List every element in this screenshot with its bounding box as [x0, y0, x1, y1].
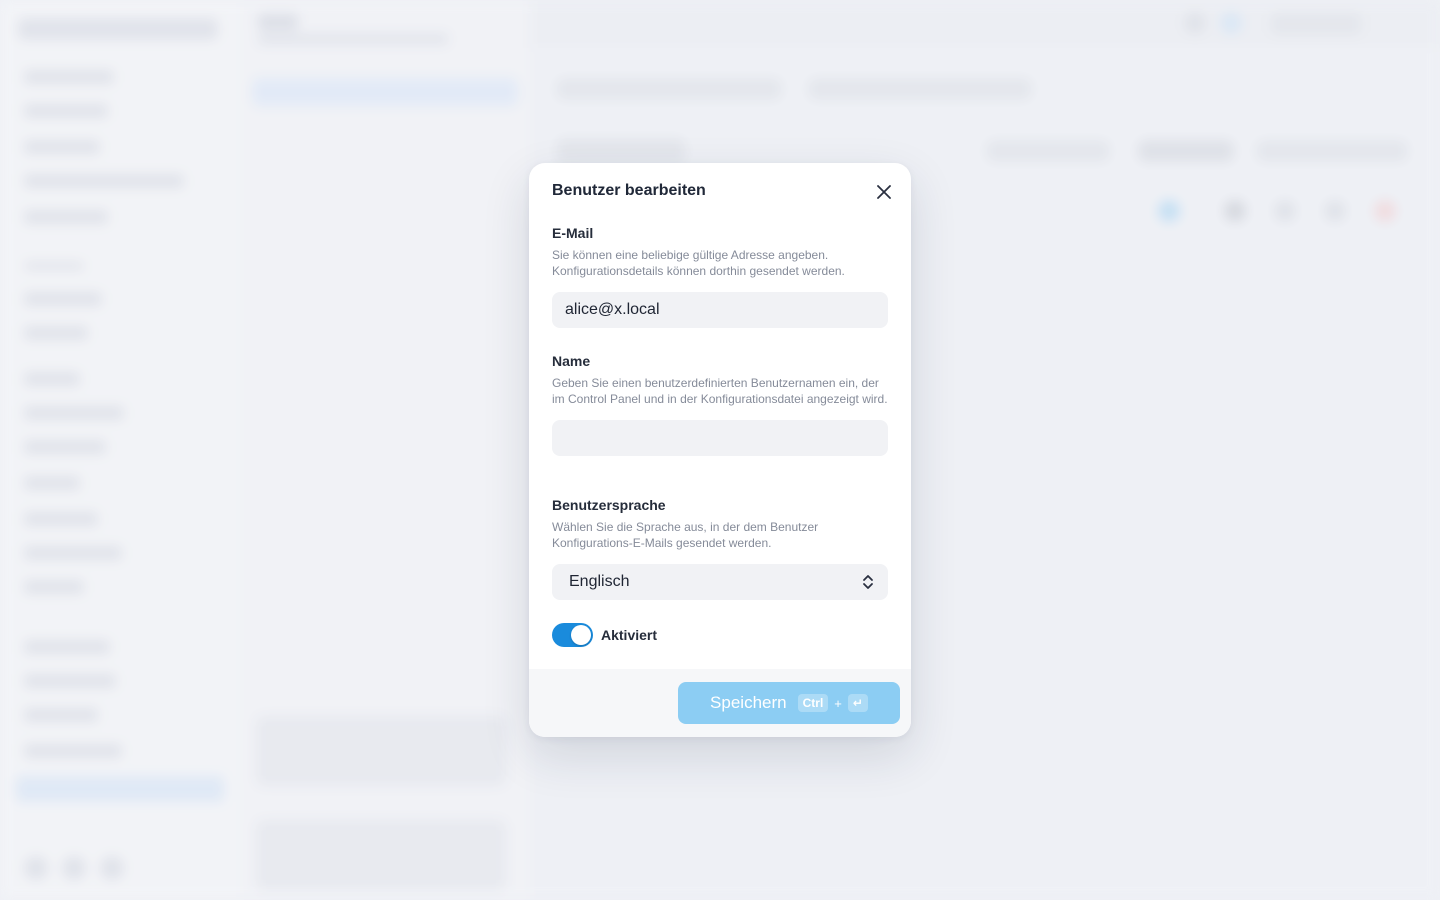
email-field-group: E-Mail Sie können eine beliebige gültige…: [552, 224, 888, 328]
enabled-label: Aktiviert: [601, 627, 658, 643]
email-label: E-Mail: [552, 225, 594, 241]
shortcut-ctrl-key: Ctrl: [797, 694, 829, 712]
name-input[interactable]: [552, 420, 888, 456]
email-input[interactable]: [552, 292, 888, 328]
language-label: Benutzersprache: [552, 497, 666, 513]
enter-key-icon: ↵: [847, 694, 868, 712]
save-button[interactable]: Speichern Ctrl + ↵: [678, 682, 900, 724]
name-help: Geben Sie einen benutzerdefinierten Benu…: [552, 376, 888, 406]
save-button-label: Speichern: [710, 693, 787, 712]
email-help: Sie können eine beliebige gültige Adress…: [552, 248, 845, 278]
enabled-toggle[interactable]: [552, 623, 593, 647]
dialog-footer: Speichern Ctrl + ↵: [529, 669, 911, 737]
language-field-group: Benutzersprache Wählen Sie die Sprache a…: [552, 496, 888, 600]
enabled-toggle-row: Aktiviert: [552, 623, 657, 647]
name-field-group: Name Geben Sie einen benutzerdefinierten…: [552, 352, 888, 456]
close-icon: [877, 185, 891, 199]
dialog-header: Benutzer bearbeiten: [552, 181, 895, 203]
language-help: Wählen Sie die Sprache aus, in der dem B…: [552, 520, 819, 550]
language-select[interactable]: Englisch: [552, 564, 888, 600]
language-selected-value: Englisch: [569, 573, 630, 590]
background-subpanel: [240, 0, 530, 900]
edit-user-dialog: Benutzer bearbeiten E-Mail Sie können ei…: [529, 163, 911, 737]
shortcut-plus: +: [834, 695, 842, 711]
dialog-title: Benutzer bearbeiten: [552, 182, 706, 199]
background-sidebar: [0, 0, 240, 900]
name-label: Name: [552, 353, 591, 369]
close-button[interactable]: [873, 181, 895, 203]
chevron-up-down-icon: [863, 575, 873, 589]
toggle-knob: [571, 625, 591, 645]
